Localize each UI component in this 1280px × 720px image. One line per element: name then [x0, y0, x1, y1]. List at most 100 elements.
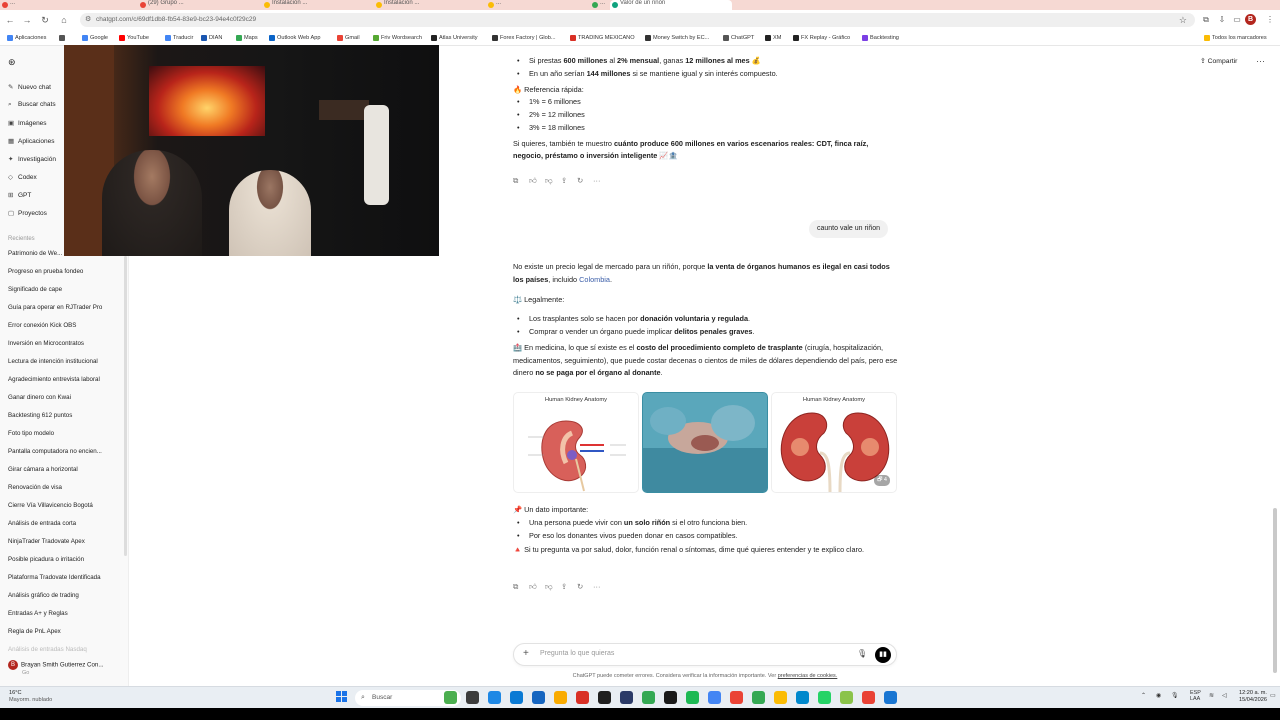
browser-tab[interactable]: ...: [486, 0, 584, 10]
taskbar-app-icon[interactable]: [510, 691, 523, 704]
sidebar-chat-item[interactable]: Girar cámara a horizontal: [8, 466, 123, 473]
taskbar-app-icon[interactable]: [796, 691, 809, 704]
sidebar-nav-item[interactable]: ⌕ Buscar chats: [8, 101, 56, 109]
sidebar-chat-item[interactable]: Foto tipo modelo: [8, 430, 123, 437]
surgery-photo-image[interactable]: [642, 392, 768, 493]
tray-chevron-icon[interactable]: ⌃: [1141, 692, 1146, 699]
site-info-icon[interactable]: ⚙: [85, 13, 91, 27]
taskbar-app-icon[interactable]: [686, 691, 699, 704]
wifi-icon[interactable]: ≋: [1209, 692, 1214, 699]
bookmark-item[interactable]: TRADING MEXICANO: [570, 33, 635, 43]
openai-logo-icon[interactable]: ⊛: [8, 57, 16, 68]
profile-avatar[interactable]: B: [1245, 14, 1256, 25]
bookmark-item[interactable]: Maps: [236, 33, 258, 43]
address-bar[interactable]: ⚙ chatgpt.com/c/69df1db8-fb54-83e9-bc23-…: [80, 13, 1195, 27]
bookmark-item[interactable]: DIAN: [201, 33, 222, 43]
bookmark-item[interactable]: [59, 33, 67, 43]
thumbs-down-icon[interactable]: 👎︎: [545, 582, 561, 592]
taskbar-app-icon[interactable]: [708, 691, 721, 704]
taskbar-app-icon[interactable]: [840, 691, 853, 704]
sidebar-chat-item[interactable]: Entradas A+ y Reglas: [8, 610, 123, 617]
voice-mode-button[interactable]: ▮▮: [875, 647, 891, 663]
prompt-composer[interactable]: + Pregunta lo que quieras 🎙︎ ▮▮: [513, 643, 897, 666]
sidebar-chat-item[interactable]: Regla de PnL Apex: [8, 628, 123, 635]
taskbar-app-icon[interactable]: [752, 691, 765, 704]
windows-start-icon[interactable]: [336, 691, 348, 703]
prompt-input[interactable]: Pregunta lo que quieras: [540, 650, 614, 657]
all-bookmarks[interactable]: Todos los marcadores: [1204, 33, 1267, 43]
copy-icon[interactable]: ⧉: [513, 582, 529, 592]
bookmark-item[interactable]: Backtesting: [862, 33, 899, 43]
regenerate-icon[interactable]: ↻: [577, 176, 593, 185]
sidebar-chat-item[interactable]: NinjaTrader Tradovate Apex: [8, 538, 123, 545]
taskbar-app-icon[interactable]: [862, 691, 875, 704]
sidebar-chat-item[interactable]: Lectura de intención institucional: [8, 358, 123, 365]
mic-tray-icon[interactable]: 🎙︎: [1171, 692, 1179, 699]
taskbar-app-icon[interactable]: [730, 691, 743, 704]
sidebar-chat-item[interactable]: Plataforma Tradovate Identificada: [8, 574, 123, 581]
sidebar-nav-item[interactable]: ▦ Aplicaciones: [8, 137, 55, 145]
browser-tab[interactable]: ...: [590, 0, 610, 10]
taskbar-app-icon[interactable]: [620, 691, 633, 704]
bookmark-item[interactable]: FX Replay - Gráfico: [793, 33, 850, 43]
sidebar-chat-item[interactable]: Progreso en prueba fondeo: [8, 268, 123, 275]
thumbs-up-icon[interactable]: 👍︎: [529, 176, 545, 186]
taskbar-app-icon[interactable]: [466, 691, 479, 704]
bookmark-item[interactable]: Forex Factory | Glob...: [492, 33, 556, 43]
weather-widget[interactable]: 16°C Mayorm. nublado: [9, 690, 52, 705]
kidney-anatomy-image-2[interactable]: Human Kidney Anatomy 🗗 4: [771, 392, 897, 493]
sidepanel-icon[interactable]: ▭: [1230, 13, 1244, 27]
cookie-preferences-link[interactable]: preferencias de cookies.: [778, 673, 838, 679]
network-icon[interactable]: ◉: [1156, 692, 1161, 699]
share-message-icon[interactable]: ⇪: [561, 582, 577, 591]
bookmark-item[interactable]: Traducir: [165, 33, 193, 43]
sidebar-chat-item[interactable]: Posible picadura o irritación: [8, 556, 123, 563]
browser-tab[interactable]: Valor de un riñón: [610, 0, 732, 10]
sidebar-chat-item[interactable]: Ganar dinero con Kwai: [8, 394, 123, 401]
sidebar-chat-item[interactable]: Análisis gráfico de trading: [8, 592, 123, 599]
sidebar-chat-item[interactable]: Backtesting 612 puntos: [8, 412, 123, 419]
back-icon[interactable]: ←: [3, 13, 17, 27]
bookmark-item[interactable]: Money Switch by EC...: [645, 33, 709, 43]
attach-plus-icon[interactable]: +: [523, 648, 529, 659]
thumbs-down-icon[interactable]: 👎︎: [545, 176, 561, 186]
notifications-icon[interactable]: ▭: [1270, 692, 1276, 699]
sidebar-nav-item[interactable]: ▢ Proyectos: [8, 209, 47, 217]
bookmark-item[interactable]: Friv Wordsearch: [373, 33, 422, 43]
browser-tab[interactable]: Instalación ...: [262, 0, 368, 10]
regenerate-icon[interactable]: ↻: [577, 582, 593, 591]
share-message-icon[interactable]: ⇪: [561, 176, 577, 185]
sidebar-chat-item[interactable]: Significado de cape: [8, 286, 123, 293]
sidebar-nav-item[interactable]: ⊞ GPT: [8, 191, 31, 199]
sidebar-chat-item[interactable]: Agradecimiento entrevista laboral: [8, 376, 123, 383]
user-account[interactable]: B Brayan Smith Gutierrez Con... Go: [8, 660, 104, 676]
bookmark-item[interactable]: Atlas University: [431, 33, 478, 43]
sidebar-chat-item[interactable]: Renovación de visa: [8, 484, 123, 491]
sidebar-scrollbar[interactable]: [124, 256, 127, 556]
bookmark-item[interactable]: Aplicaciones: [7, 33, 46, 43]
bookmark-star-icon[interactable]: ☆: [1179, 13, 1187, 27]
bookmark-item[interactable]: YouTube: [119, 33, 149, 43]
taskbar-app-icon[interactable]: [488, 691, 501, 704]
sidebar-chat-item[interactable]: Cierre Vía Villavicencio Bogotá: [8, 502, 123, 509]
browser-tab[interactable]: (29) Grupo ...: [138, 0, 256, 10]
taskbar-app-icon[interactable]: [664, 691, 677, 704]
taskbar-app-icon[interactable]: [884, 691, 897, 704]
home-icon[interactable]: ⌂: [57, 13, 71, 27]
more-icon[interactable]: ···: [593, 176, 609, 185]
bookmark-item[interactable]: Outlook Web App: [269, 33, 320, 43]
menu-kebab-icon[interactable]: ⋮: [1263, 13, 1277, 27]
microphone-icon[interactable]: 🎙︎: [857, 649, 867, 658]
taskbar-app-icon[interactable]: [774, 691, 787, 704]
system-clock[interactable]: 12:20 a. m. 15/04/2026: [1239, 690, 1267, 705]
taskbar-app-icon[interactable]: [642, 691, 655, 704]
main-scrollbar[interactable]: [1273, 508, 1277, 673]
sidebar-nav-item[interactable]: ◇ Codex: [8, 173, 37, 181]
bookmark-item[interactable]: Google: [82, 33, 108, 43]
taskbar-app-icon[interactable]: [598, 691, 611, 704]
reload-icon[interactable]: ↻: [38, 13, 52, 27]
taskbar-app-icon[interactable]: [576, 691, 589, 704]
downloads-icon[interactable]: ⇩: [1215, 13, 1229, 27]
sidebar-chat-item[interactable]: Análisis de entradas Nasdaq: [8, 646, 123, 653]
taskbar-app-icon[interactable]: [554, 691, 567, 704]
